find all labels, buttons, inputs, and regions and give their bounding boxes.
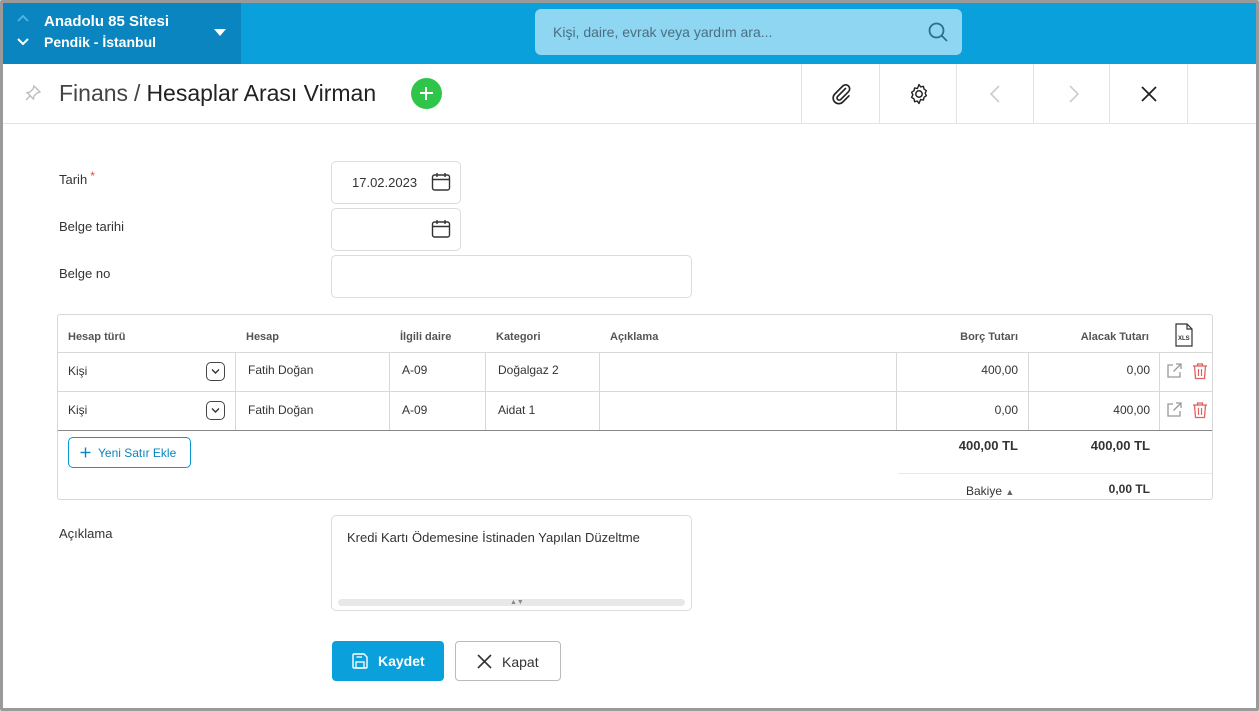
close-page-button[interactable]: [1109, 64, 1187, 124]
app-window: Anadolu 85 Sitesi Pendik - İstanbul Fina…: [0, 0, 1259, 711]
page-header: Finans / Hesaplar Arası Virman: [3, 64, 1256, 124]
credit-cell[interactable]: 400,00: [1028, 403, 1150, 417]
search-input[interactable]: [535, 9, 915, 55]
breadcrumb: Finans / Hesaplar Arası Virman: [59, 80, 376, 107]
chevron-down-icon: [211, 369, 220, 374]
debit-cell[interactable]: 400,00: [898, 363, 1018, 377]
col-header-debit: Borç Tutarı: [960, 331, 1018, 343]
credit-cell[interactable]: 0,00: [1028, 363, 1150, 377]
total-debit: 400,00 TL: [958, 438, 1018, 453]
col-divider: [485, 353, 486, 430]
account-cell[interactable]: Fatih Doğan: [248, 403, 313, 417]
paperclip-icon: [831, 84, 850, 105]
col-divider: [389, 353, 390, 430]
balance-value: 0,00 TL: [1108, 482, 1150, 496]
col-header-category: Kategori: [496, 331, 541, 343]
external-link-icon[interactable]: [1165, 362, 1183, 380]
balance-arrow-icon: ▲: [1005, 487, 1015, 497]
date-field[interactable]: 17.02.2023: [331, 161, 461, 204]
chevron-down-icon: [17, 38, 29, 46]
balance-divider: [898, 473, 1212, 474]
col-divider: [1028, 353, 1029, 430]
header-divider: [58, 352, 1212, 353]
chevron-down-icon: [211, 408, 220, 413]
totals-divider: [58, 430, 1212, 431]
required-mark: *: [90, 169, 95, 183]
account-type-cell[interactable]: Kişi: [68, 364, 87, 378]
account-type-dropdown[interactable]: [206, 362, 225, 381]
xls-icon[interactable]: XLS: [1174, 323, 1194, 347]
site-selector[interactable]: Anadolu 85 Sitesi Pendik - İstanbul: [3, 3, 241, 64]
attachment-button[interactable]: [801, 64, 879, 124]
transfer-table: Hesap türü Hesap İlgili daire Kategori A…: [57, 314, 1213, 500]
search-box: [535, 9, 962, 55]
settings-button[interactable]: [879, 64, 957, 124]
top-bar: Anadolu 85 Sitesi Pendik - İstanbul: [3, 3, 1256, 64]
unit-cell[interactable]: A-09: [402, 403, 427, 417]
trash-icon[interactable]: [1191, 401, 1209, 419]
col-divider: [599, 353, 600, 430]
pin-icon[interactable]: [24, 84, 42, 102]
calendar-icon[interactable]: [430, 171, 452, 193]
search-icon[interactable]: [927, 21, 949, 43]
category-cell[interactable]: Aidat 1: [498, 403, 535, 417]
col-header-credit: Alacak Tutarı: [1080, 331, 1149, 343]
cancel-button[interactable]: Kapat: [455, 641, 561, 681]
previous-button[interactable]: [956, 64, 1034, 124]
gear-icon: [910, 83, 927, 105]
breadcrumb-parent[interactable]: Finans: [59, 80, 128, 106]
col-divider: [235, 353, 236, 430]
doc-no-label: Belge no: [59, 266, 111, 281]
add-row-label: Yeni Satır Ekle: [98, 446, 177, 460]
calendar-icon[interactable]: [430, 218, 452, 240]
description-label: Açıklama: [59, 526, 113, 541]
chevron-left-icon: [989, 85, 1000, 103]
doc-date-label: Belge tarihi: [59, 219, 125, 234]
date-value: 17.02.2023: [352, 175, 418, 190]
save-label: Kaydet: [378, 653, 425, 669]
close-icon: [477, 654, 492, 669]
site-location: Pendik - İstanbul: [44, 34, 157, 50]
col-divider: [1159, 353, 1160, 430]
add-row-button[interactable]: Yeni Satır Ekle: [68, 437, 191, 468]
chevron-right-icon: [1068, 85, 1079, 103]
save-icon: [352, 653, 368, 669]
site-name: Anadolu 85 Sitesi: [44, 13, 170, 30]
col-divider: [896, 353, 897, 430]
trash-icon[interactable]: [1191, 362, 1209, 380]
col-header-account: Hesap: [246, 331, 280, 343]
total-credit: 400,00 TL: [1090, 438, 1150, 453]
save-button[interactable]: Kaydet: [332, 641, 444, 681]
next-button[interactable]: [1033, 64, 1111, 124]
doc-no-field[interactable]: [331, 255, 692, 298]
chevron-up-icon: [17, 14, 29, 22]
col-header-description: Açıklama: [610, 331, 659, 343]
add-new-button[interactable]: [411, 78, 442, 109]
account-type-cell[interactable]: Kişi: [68, 403, 87, 417]
caret-down-icon: [214, 29, 226, 36]
row-divider: [58, 391, 1212, 392]
breadcrumb-separator: /: [134, 80, 141, 106]
svg-text:XLS: XLS: [1178, 336, 1190, 342]
toolbar-spacer: [1187, 64, 1256, 124]
debit-cell[interactable]: 0,00: [898, 403, 1018, 417]
close-label: Kapat: [502, 654, 539, 670]
description-text: Kredi Kartı Ödemesine İstinaden Yapılan …: [347, 530, 640, 545]
description-textarea[interactable]: Kredi Kartı Ödemesine İstinaden Yapılan …: [331, 515, 692, 611]
col-header-unit: İlgili daire: [400, 331, 452, 343]
account-type-dropdown[interactable]: [206, 401, 225, 420]
external-link-icon[interactable]: [1165, 401, 1183, 419]
account-cell[interactable]: Fatih Doğan: [248, 363, 313, 377]
balance-label: Bakiye ▲: [966, 484, 1015, 498]
textarea-scrollbar[interactable]: ▲▼: [338, 599, 685, 606]
unit-cell[interactable]: A-09: [402, 363, 427, 377]
close-icon: [1140, 86, 1157, 102]
doc-date-field[interactable]: [331, 208, 461, 251]
resize-grip-icon[interactable]: ▲▼: [510, 599, 524, 606]
plus-icon: [80, 447, 91, 458]
page-title: Hesaplar Arası Virman: [146, 80, 377, 106]
col-header-account-type: Hesap türü: [68, 331, 126, 343]
category-cell[interactable]: Doğalgaz 2: [498, 363, 559, 377]
date-label: Tarih *: [59, 169, 95, 187]
